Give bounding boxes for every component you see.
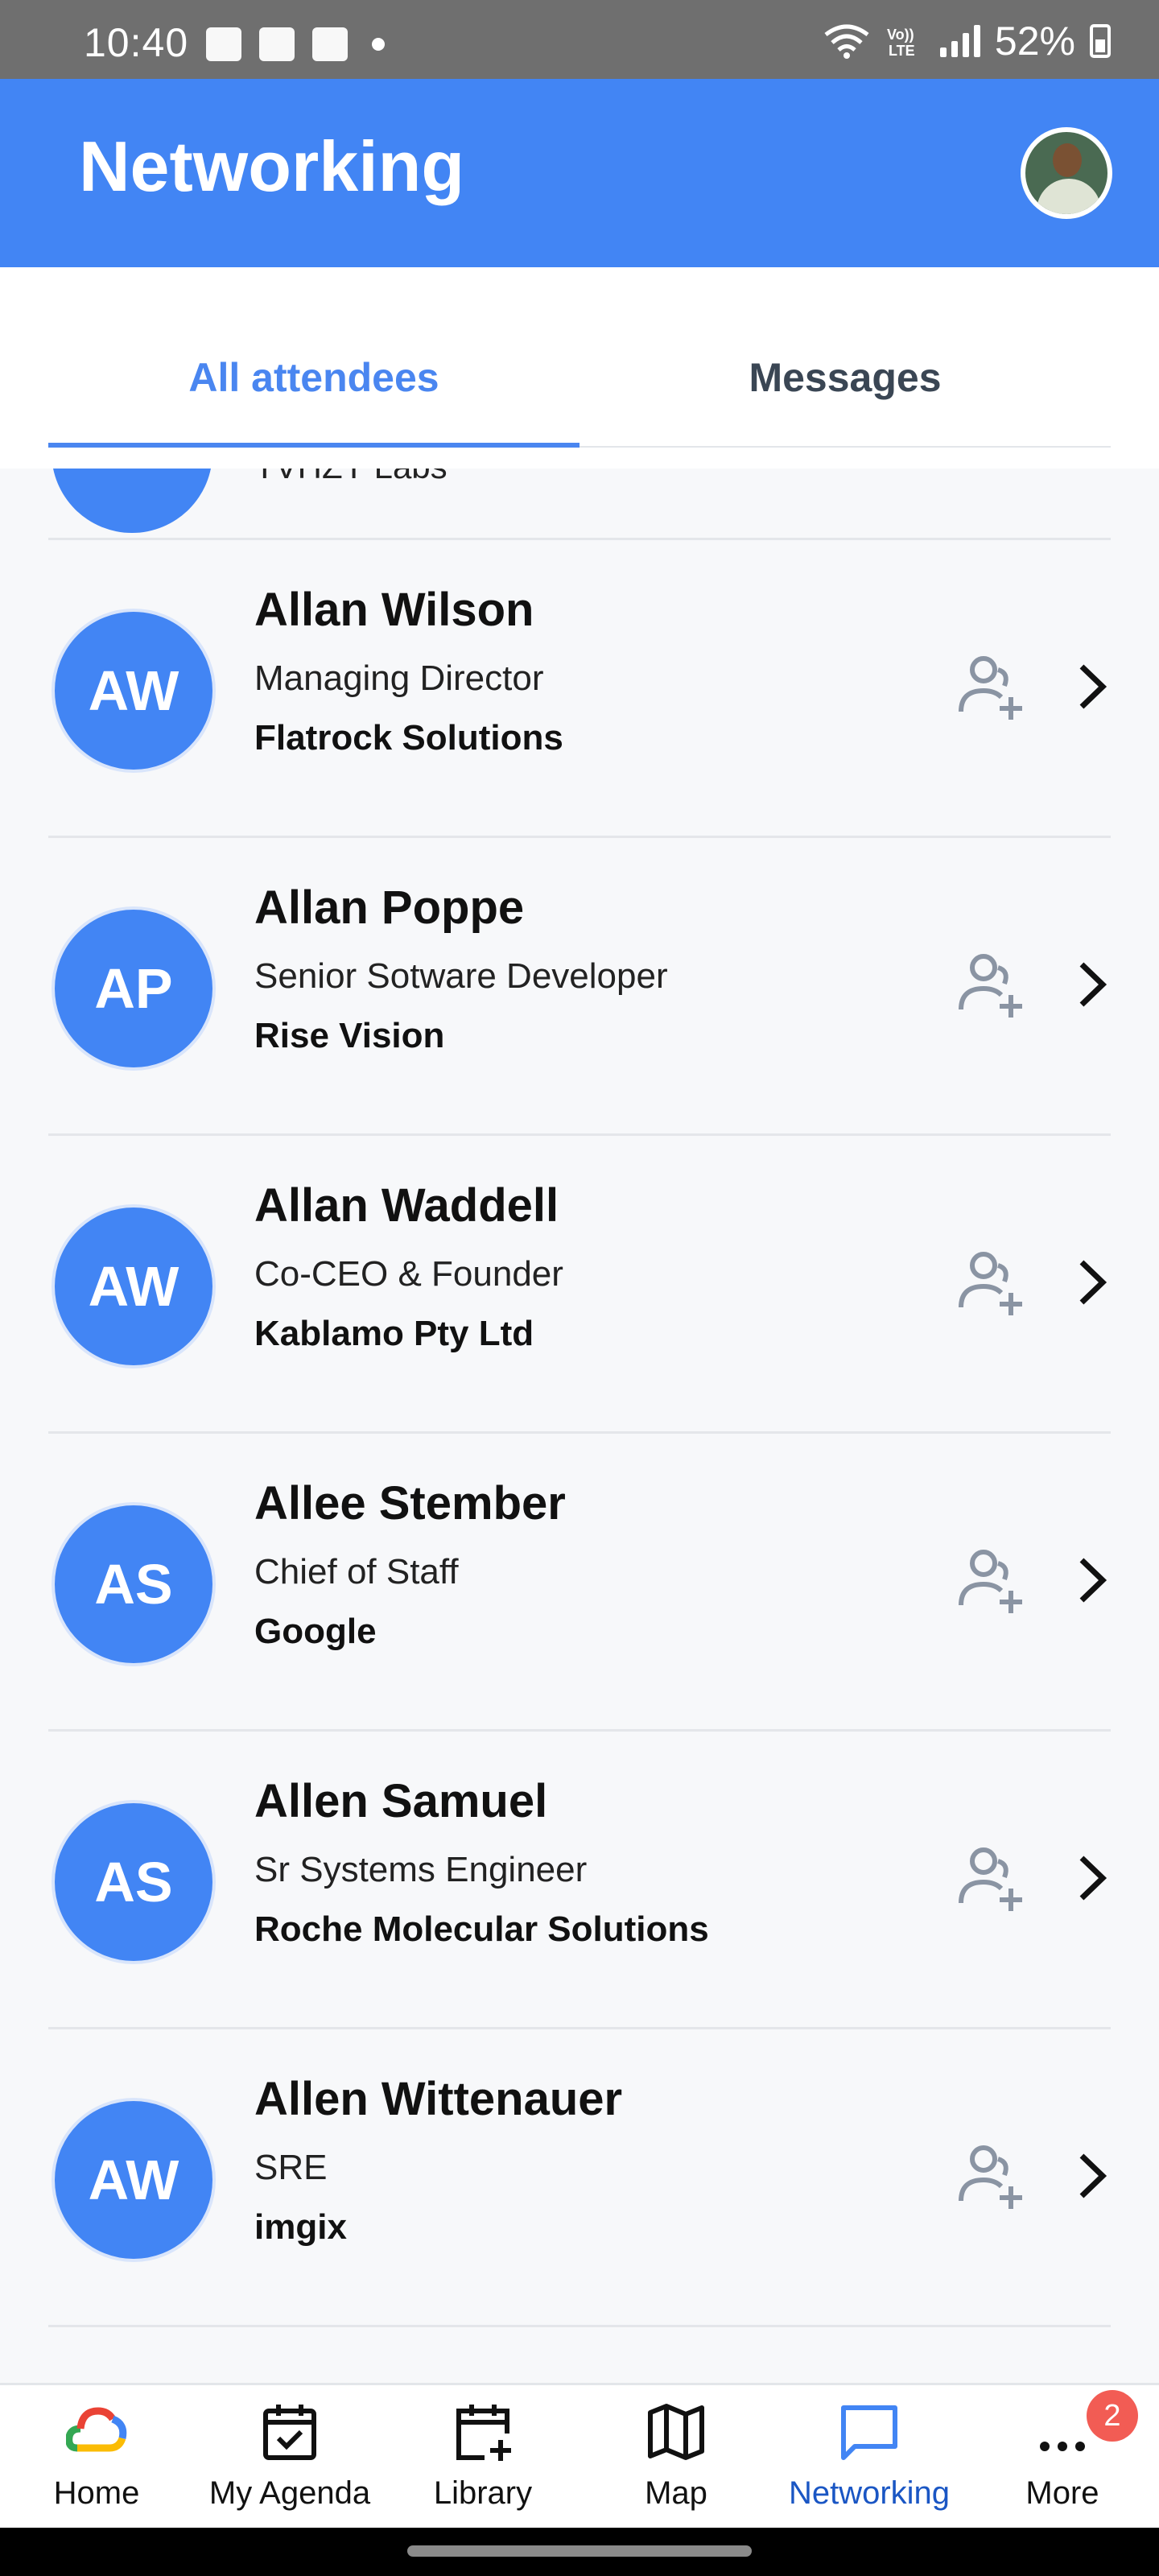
tab-all-attendees[interactable]: All attendees — [48, 354, 580, 401]
list-item-partial[interactable]: TVHZY Labs — [0, 469, 1159, 533]
profile-photo-body — [1037, 179, 1101, 214]
attendee-company: Google — [254, 1612, 377, 1651]
profile-avatar[interactable] — [1021, 127, 1112, 219]
avatar: AW — [52, 609, 216, 773]
add-contact-icon[interactable] — [955, 1544, 1027, 1616]
chevron-right-icon[interactable] — [1074, 660, 1111, 713]
outlook-icon — [259, 27, 295, 61]
attendee-role: Sr Systems Engineer — [254, 1850, 588, 1889]
attendee-name: Allee Stember — [254, 1477, 566, 1530]
add-contact-icon[interactable] — [955, 2140, 1027, 2212]
notification-badge: 2 — [1087, 2390, 1138, 2442]
attendee-company: Flatrock Solutions — [254, 718, 563, 758]
active-tab-indicator — [48, 443, 580, 448]
chevron-right-icon[interactable] — [1074, 958, 1111, 1011]
chevron-right-icon[interactable] — [1074, 2149, 1111, 2202]
nav-my-agenda[interactable]: My Agenda — [193, 2385, 386, 2530]
tab-messages[interactable]: Messages — [580, 354, 1111, 401]
bottom-nav: Home My Agenda Library Map Networking 2 … — [0, 2383, 1159, 2528]
home-indicator[interactable] — [407, 2545, 752, 2557]
attendee-name: Allen Samuel — [254, 1775, 548, 1827]
nav-home[interactable]: Home — [0, 2385, 193, 2530]
profile-photo-head — [1053, 143, 1082, 177]
row-divider — [48, 2325, 1111, 2327]
calendar-check-icon — [263, 2405, 316, 2460]
add-contact-icon[interactable] — [955, 1246, 1027, 1319]
list-item[interactable]: AW Allan Waddell Co-CEO & Founder Kablam… — [0, 1135, 1159, 1431]
attendee-role: Senior Sotware Developer — [254, 956, 668, 996]
attendee-role: Managing Director — [254, 658, 544, 698]
list-item[interactable]: AW Allan Wilson Managing Director Flatro… — [0, 539, 1159, 836]
attendee-list[interactable]: TVHZY Labs AW Allan Wilson Managing Dire… — [0, 469, 1159, 2383]
paytm-icon — [312, 27, 348, 61]
nav-networking[interactable]: Networking — [773, 2385, 966, 2530]
nav-label: Map — [645, 2475, 707, 2511]
nav-label: Library — [433, 2475, 533, 2511]
battery-icon — [1090, 24, 1111, 58]
status-bar: 10:40 Vo)) LTE 52% — [0, 0, 1159, 79]
nav-map[interactable]: Map — [580, 2385, 773, 2530]
attendee-role: Co-CEO & Founder — [254, 1254, 563, 1294]
more-icon — [1040, 2442, 1085, 2451]
svg-text:Vo)): Vo)) — [887, 27, 914, 43]
chevron-right-icon[interactable] — [1074, 1554, 1111, 1607]
avatar — [52, 469, 212, 533]
app-bar: Networking — [0, 79, 1159, 267]
nav-label: Networking — [788, 2475, 951, 2511]
status-right: Vo)) LTE 52% — [823, 18, 1111, 64]
map-icon — [648, 2404, 704, 2460]
attendee-name: Allan Waddell — [254, 1179, 559, 1232]
avatar: AW — [52, 1204, 216, 1368]
nav-label: My Agenda — [208, 2475, 371, 2511]
avatar: AW — [52, 2098, 216, 2262]
add-contact-icon[interactable] — [955, 1842, 1027, 1914]
attendee-name: Allen Wittenauer — [254, 2073, 623, 2125]
attendee-company: Rise Vision — [254, 1016, 445, 1055]
nav-label: Home — [53, 2475, 140, 2511]
attendee-company: imgix — [254, 2207, 347, 2247]
battery-percent: 52% — [994, 19, 1075, 64]
list-item[interactable]: AS Allee Stember Chief of Staff Google — [0, 1433, 1159, 1729]
nav-label: More — [1025, 2475, 1099, 2511]
attendee-company: TVHZY Labs — [254, 469, 448, 486]
google-cloud-icon — [66, 2407, 127, 2452]
attendee-role: Chief of Staff — [254, 1552, 459, 1591]
notification-icons — [206, 27, 385, 61]
avatar: AP — [52, 906, 216, 1071]
attendee-name: Allan Wilson — [254, 584, 534, 636]
gesture-bar — [0, 2528, 1159, 2576]
gallery-icon — [206, 27, 241, 61]
list-item[interactable]: AP Allan Poppe Senior Sotware Developer … — [0, 837, 1159, 1133]
list-item[interactable]: AS Allen Samuel Sr Systems Engineer Roch… — [0, 1731, 1159, 2027]
chevron-right-icon[interactable] — [1074, 1852, 1111, 1905]
volte-icon: Vo))LTE — [887, 27, 915, 59]
add-contact-icon[interactable] — [955, 948, 1027, 1021]
tab-bar: All attendees Messages — [0, 267, 1159, 469]
attendee-name: Allan Poppe — [254, 881, 525, 934]
more-notifications-icon — [372, 38, 385, 51]
avatar: AS — [52, 1502, 216, 1666]
attendee-company: Roche Molecular Solutions — [254, 1909, 709, 1949]
attendee-role: SRE — [254, 2148, 328, 2187]
add-contact-icon[interactable] — [955, 650, 1027, 723]
nav-library[interactable]: Library — [386, 2385, 580, 2530]
chevron-right-icon[interactable] — [1074, 1256, 1111, 1309]
chat-icon — [841, 2405, 897, 2460]
svg-text:LTE: LTE — [889, 43, 915, 59]
page-title: Networking — [79, 126, 465, 206]
calendar-add-icon — [456, 2405, 511, 2461]
attendee-company: Kablamo Pty Ltd — [254, 1314, 534, 1353]
nav-more[interactable]: 2 More — [966, 2385, 1159, 2530]
status-time: 10:40 — [84, 20, 189, 65]
signal-icon — [939, 25, 980, 57]
avatar: AS — [52, 1800, 216, 1964]
wifi-icon — [824, 24, 869, 59]
list-item[interactable]: AW Allen Wittenauer SRE imgix — [0, 2029, 1159, 2325]
